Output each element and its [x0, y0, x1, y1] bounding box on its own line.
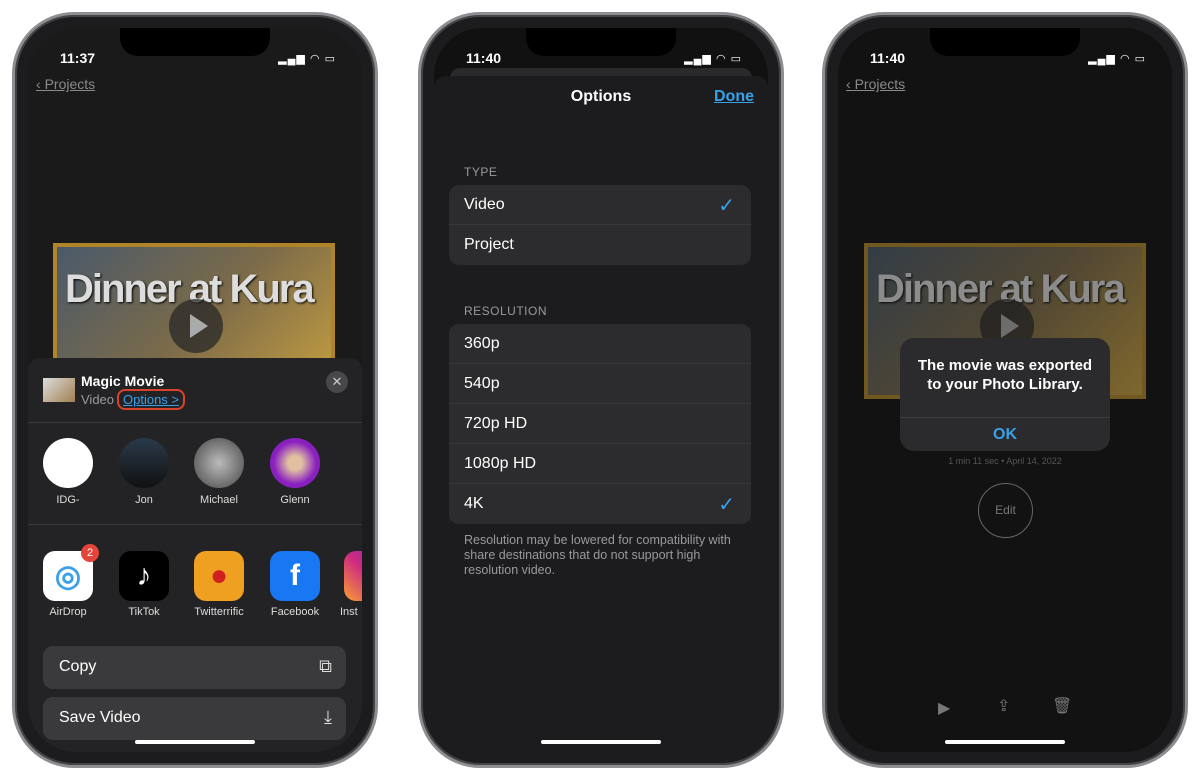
- option-label: Project: [464, 236, 514, 253]
- option-label: 360p: [464, 335, 500, 352]
- share-subtitle: Video: [81, 392, 115, 407]
- close-button[interactable]: ✕: [326, 371, 348, 393]
- option-label: Video: [464, 196, 505, 213]
- contact-label: Jon: [135, 494, 153, 506]
- back-projects-link[interactable]: ‹ Projects: [846, 76, 905, 92]
- type-option-video[interactable]: Video ✓: [449, 185, 751, 225]
- phone-options: 11:40 ▂▄▆ ◠ ▭ Options Done TYPE Video ✓ P…: [418, 12, 784, 768]
- contact-avatar-michael[interactable]: [194, 438, 244, 488]
- movie-icon: [43, 378, 75, 402]
- option-label: 540p: [464, 375, 500, 392]
- app-label: Inst: [340, 606, 358, 618]
- divider: [28, 524, 362, 525]
- home-indicator[interactable]: [135, 740, 255, 744]
- option-label: 4K: [464, 495, 484, 512]
- resolution-section-header: RESOLUTION: [464, 304, 548, 318]
- resolution-option-720p[interactable]: 720p HD: [449, 404, 751, 444]
- share-sheet: Magic Movie Video Options > ✕ IDG- Jon M…: [28, 358, 362, 752]
- save-video-button[interactable]: Save Video ⤓: [43, 697, 346, 740]
- back-label: Projects: [854, 76, 906, 92]
- status-time: 11:40: [870, 50, 906, 66]
- divider: [28, 422, 362, 423]
- status-time: 11:37: [60, 50, 96, 66]
- alert-message: The movie was exported to your Photo Lib…: [917, 357, 1093, 393]
- notification-badge: 2: [81, 544, 99, 562]
- twitterrific-app-icon[interactable]: ●: [194, 551, 244, 601]
- copy-button[interactable]: Copy ⧉: [43, 646, 346, 689]
- save-icon: ⤓: [324, 707, 332, 727]
- option-label: 1080p HD: [464, 455, 537, 472]
- back-label: Projects: [44, 76, 96, 92]
- contact-label: Glenn: [280, 494, 310, 506]
- alert-dialog: The movie was exported to your Photo Lib…: [900, 338, 1110, 451]
- home-indicator[interactable]: [541, 740, 661, 744]
- resolution-option-360p[interactable]: 360p: [449, 324, 751, 364]
- copy-label: Copy: [59, 658, 97, 675]
- home-indicator[interactable]: [945, 740, 1065, 744]
- status-time: 11:40: [466, 50, 502, 66]
- contact-avatar-jon[interactable]: [119, 438, 169, 488]
- back-projects-link[interactable]: ‹ Projects: [36, 76, 95, 92]
- status-icons: ▂▄▆ ◠ ▭: [278, 53, 336, 65]
- screen: 11:40 ▂▄▆ ◠ ▭ Options Done TYPE Video ✓ P…: [434, 28, 768, 752]
- share-icon[interactable]: ⇪: [997, 696, 1010, 716]
- share-title: Magic Movie: [81, 373, 165, 389]
- play-movie-icon[interactable]: ▶: [938, 698, 950, 718]
- airdrop-device-avatar[interactable]: [43, 438, 93, 488]
- instagram-app-icon[interactable]: [344, 551, 362, 601]
- screen: 11:40 ▂▄▆ ◠ ▭ ‹ Projects Dinner at Kura …: [838, 28, 1172, 752]
- movie-meta: 1 min 11 sec • April 14, 2022: [948, 456, 1062, 466]
- save-video-label: Save Video: [59, 709, 141, 726]
- trash-icon[interactable]: 🗑: [1052, 696, 1072, 716]
- status-icons: ▂▄▆ ◠ ▭: [684, 53, 742, 65]
- type-group: Video ✓ Project: [449, 185, 751, 265]
- edit-button[interactable]: Edit: [978, 483, 1033, 538]
- notch: [930, 28, 1080, 56]
- contact-avatar-glenn[interactable]: [270, 438, 320, 488]
- app-label: AirDrop: [49, 606, 87, 618]
- notch: [120, 28, 270, 56]
- resolution-option-1080p[interactable]: 1080p HD: [449, 444, 751, 484]
- copy-icon: ⧉: [319, 656, 332, 676]
- play-icon[interactable]: [169, 299, 223, 353]
- done-button[interactable]: Done: [714, 88, 754, 106]
- app-label: Twitterrific: [194, 606, 244, 618]
- status-icons: ▂▄▆ ◠ ▭: [1088, 53, 1146, 65]
- resolution-footnote: Resolution may be lowered for compatibil…: [464, 533, 731, 577]
- app-label: Facebook: [270, 606, 320, 618]
- type-section-header: TYPE: [464, 165, 498, 179]
- resolution-option-4k[interactable]: 4K ✓: [449, 484, 751, 524]
- contact-label: Michael: [200, 494, 238, 506]
- notch: [526, 28, 676, 56]
- option-label: 720p HD: [464, 415, 528, 432]
- resolution-option-540p[interactable]: 540p: [449, 364, 751, 404]
- phone-export-alert: 11:40 ▂▄▆ ◠ ▭ ‹ Projects Dinner at Kura …: [822, 12, 1188, 768]
- tiktok-app-icon[interactable]: ♪: [119, 551, 169, 601]
- checkmark-icon: ✓: [718, 195, 735, 217]
- phone-share-sheet: 11:37 ▂▄▆ ◠ ▭ ‹ Projects Dinner at Kura …: [12, 12, 378, 768]
- resolution-group: 360p 540p 720p HD 1080p HD 4K ✓: [449, 324, 751, 524]
- checkmark-icon: ✓: [718, 494, 735, 516]
- alert-ok-button[interactable]: OK: [900, 418, 1110, 451]
- options-link[interactable]: Options >: [117, 389, 186, 410]
- facebook-app-icon[interactable]: f: [270, 551, 320, 601]
- app-label: TikTok: [128, 606, 160, 618]
- screen: 11:37 ▂▄▆ ◠ ▭ ‹ Projects Dinner at Kura …: [28, 28, 362, 752]
- contact-label: IDG-: [56, 494, 80, 506]
- type-option-project[interactable]: Project: [449, 225, 751, 265]
